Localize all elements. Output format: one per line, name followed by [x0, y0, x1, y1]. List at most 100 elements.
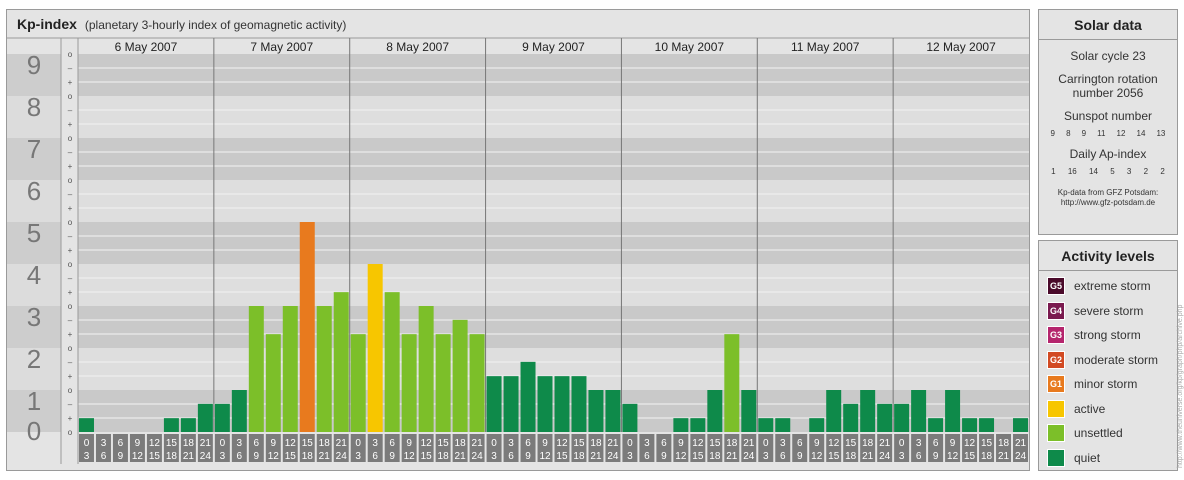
interval-start-label: 15 [573, 438, 585, 449]
interval-start-label: 18 [183, 438, 195, 449]
interval-end-label: 6 [101, 451, 107, 462]
kp-bar [435, 334, 451, 432]
kp-bar [214, 403, 230, 432]
interval-end-label: 24 [1015, 451, 1027, 462]
interval-end-label: 15 [828, 451, 840, 462]
interval-end-label: 21 [726, 451, 738, 462]
interval-end-label: 24 [743, 451, 755, 462]
interval-start-label: 6 [661, 438, 667, 449]
kp-bar [316, 306, 332, 432]
interval-start-label: 6 [525, 438, 531, 449]
kp-bar [945, 390, 961, 432]
interval-start-label: 15 [438, 438, 450, 449]
ap-values: 1 16 14 5 3 2 2 [1045, 167, 1171, 176]
interval-start-label: 15 [981, 438, 993, 449]
interval-start-label: 0 [627, 438, 633, 449]
sub-tick-label: – [68, 232, 73, 241]
interval-start-label: 0 [220, 438, 226, 449]
interval-end-label: 3 [491, 451, 497, 462]
interval-start-label: 21 [1015, 438, 1027, 449]
day-label: 6 May 2007 [115, 40, 178, 54]
interval-end-label: 18 [573, 451, 585, 462]
kp-bar [928, 418, 944, 432]
sunspot-value: 14 [1136, 129, 1146, 138]
level-label: extreme storm [1074, 279, 1151, 294]
sub-tick-label: o [68, 302, 73, 311]
interval-start-label: 12 [692, 438, 704, 449]
interval-start-label: 18 [590, 438, 602, 449]
interval-end-label: 15 [421, 451, 433, 462]
activity-level-item: quiet [1039, 446, 1177, 471]
kp-bar [231, 390, 247, 432]
kp-bar [282, 306, 298, 432]
level-swatch: G3 [1047, 326, 1065, 345]
kp-bar [775, 418, 791, 432]
plot-band [78, 138, 1029, 180]
y-tick-label: 0 [27, 416, 41, 446]
interval-start-label: 0 [355, 438, 361, 449]
level-swatch: G1 [1047, 375, 1065, 394]
kp-bar [860, 390, 876, 432]
kp-bar [826, 390, 842, 432]
kp-bar [1013, 418, 1028, 432]
interval-end-label: 6 [237, 451, 243, 462]
kp-bar [979, 418, 995, 432]
activity-level-item: G1 minor storm [1039, 372, 1177, 397]
sub-tick-label: – [68, 274, 73, 283]
activity-level-item: G4 severe storm [1039, 299, 1177, 324]
kp-bar [741, 390, 757, 432]
ap-value: 1 [1051, 167, 1056, 176]
interval-start-label: 3 [916, 438, 922, 449]
solar-data-title: Solar data [1039, 10, 1177, 40]
interval-start-label: 6 [254, 438, 260, 449]
interval-start-label: 21 [200, 438, 212, 449]
sub-tick-label: o [68, 386, 73, 395]
interval-start-label: 6 [389, 438, 395, 449]
level-label: quiet [1074, 450, 1101, 465]
kp-bar [452, 319, 468, 432]
interval-end-label: 9 [389, 451, 395, 462]
plot-band [78, 306, 1029, 348]
interval-end-label: 12 [811, 451, 823, 462]
interval-start-label: 18 [862, 438, 874, 449]
interval-end-label: 18 [438, 451, 450, 462]
kp-bar [503, 376, 519, 432]
y-tick-label: 4 [27, 260, 41, 290]
interval-start-label: 21 [743, 438, 755, 449]
interval-end-label: 21 [183, 451, 195, 462]
data-source: Kp-data from GFZ Potsdam: http://www.gfz… [1039, 188, 1177, 208]
plot-band [78, 54, 1029, 96]
activity-levels-panel: Activity levels G5 extreme storm G4 severe … [1038, 240, 1178, 471]
sub-tick-label: – [68, 64, 73, 73]
interval-start-label: 6 [797, 438, 803, 449]
interval-start-label: 21 [607, 438, 619, 449]
activity-level-item: G2 moderate storm [1039, 348, 1177, 373]
kp-bar [299, 222, 315, 432]
sunspot-value: 8 [1066, 129, 1071, 138]
kp-bar [809, 418, 825, 432]
interval-end-label: 6 [780, 451, 786, 462]
interval-end-label: 3 [84, 451, 90, 462]
interval-end-label: 3 [627, 451, 633, 462]
interval-end-label: 6 [372, 451, 378, 462]
kp-bar [333, 292, 349, 432]
y-tick-label: 6 [27, 176, 41, 206]
carrington-rotation: Carrington rotation number 2056 [1039, 72, 1177, 100]
y-tick-label: 1 [27, 386, 41, 416]
carrington-line1: Carrington rotation [1058, 72, 1158, 86]
interval-start-label: 18 [726, 438, 738, 449]
interval-end-label: 24 [200, 451, 212, 462]
interval-end-label: 12 [539, 451, 551, 462]
plot-band [78, 264, 1029, 306]
sub-tick-label: o [68, 218, 73, 227]
day-label: 10 May 2007 [655, 40, 725, 54]
sub-tick-label: + [68, 414, 73, 423]
sub-tick-label: o [68, 92, 73, 101]
sub-tick-label: + [68, 372, 73, 381]
interval-start-label: 15 [709, 438, 721, 449]
interval-end-label: 15 [692, 451, 704, 462]
interval-end-label: 18 [709, 451, 721, 462]
sub-tick-label: + [68, 246, 73, 255]
sub-tick-label: + [68, 204, 73, 213]
kp-bar [537, 376, 553, 432]
